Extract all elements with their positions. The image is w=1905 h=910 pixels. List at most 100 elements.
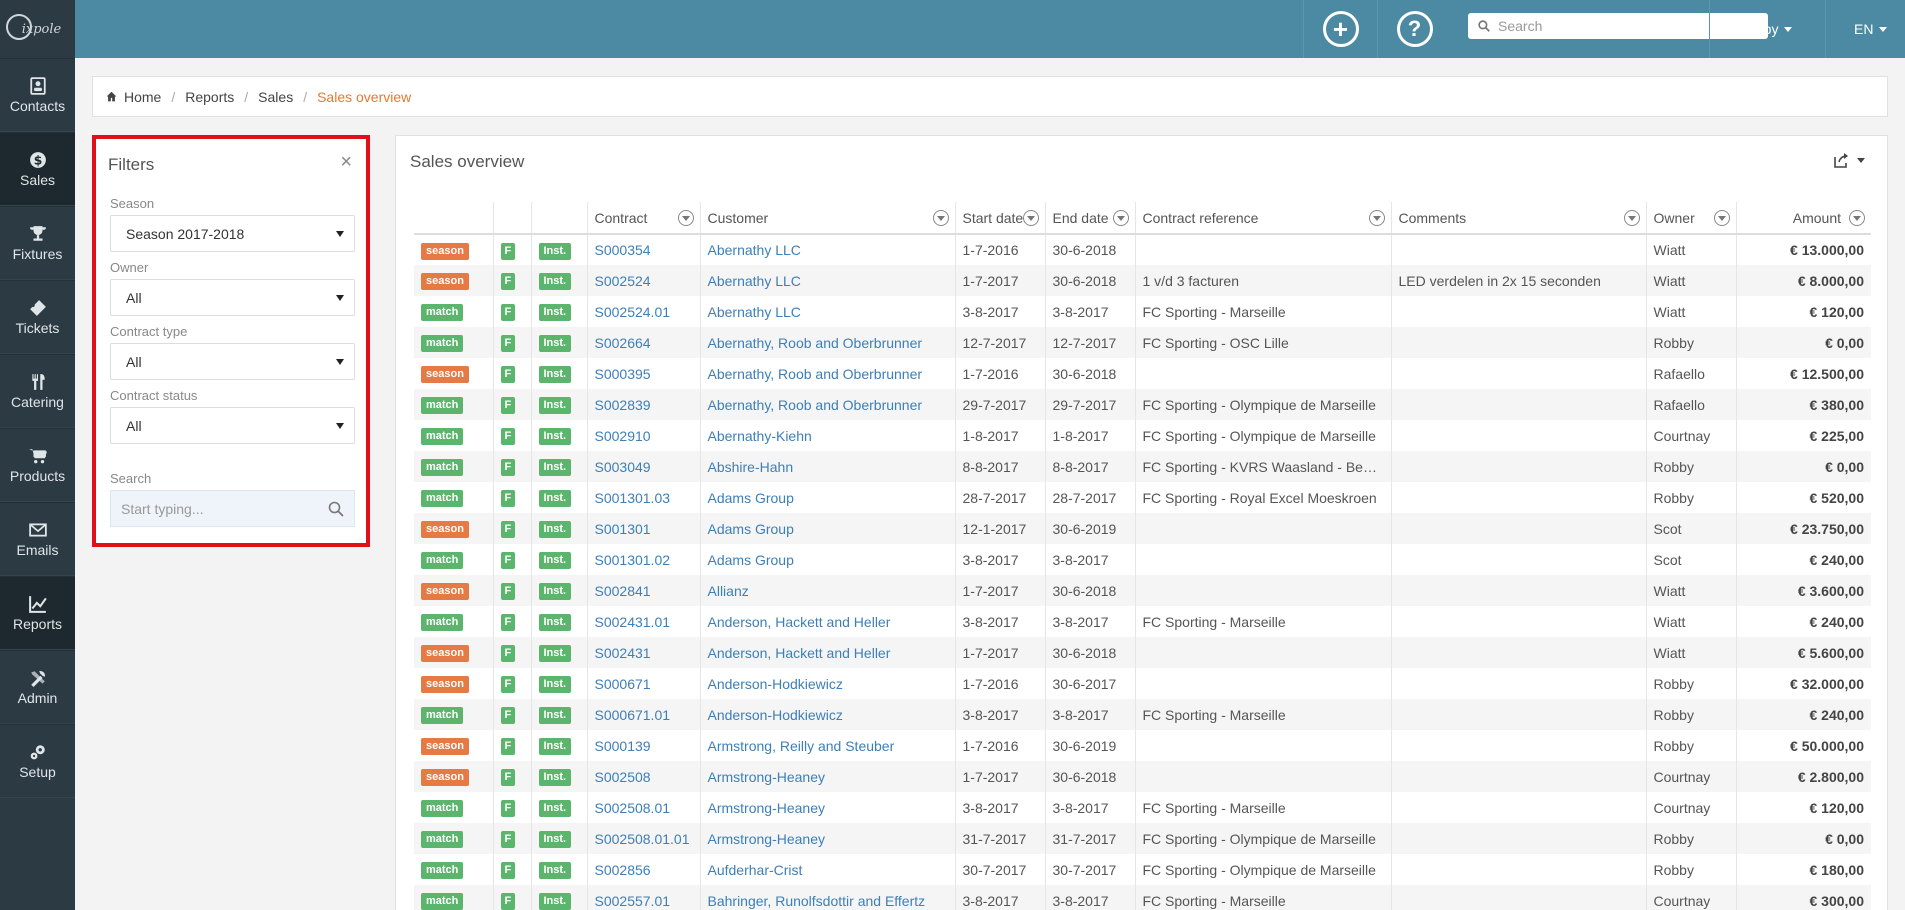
col-end-date[interactable]: End date [1044,202,1135,235]
col-customer[interactable]: Customer [699,202,955,235]
table-row[interactable]: match F Inst. S002910 Abernathy-Kiehn 1-8-201… [414,420,1871,451]
filter-icon[interactable] [1849,210,1865,226]
filter-icon[interactable] [1022,210,1039,226]
table-row[interactable]: match F Inst. S002557.01 Bahringer, Runolfsd… [414,885,1871,910]
add-button[interactable]: + [1303,0,1377,58]
col-comments[interactable]: Comments [1390,202,1646,235]
contract-link[interactable]: S002557.01 [595,893,671,909]
contract-link[interactable]: S002524.01 [595,304,671,320]
filter-icon[interactable] [677,210,694,226]
sidebar-item-catering[interactable]: Catering [0,354,75,428]
contract-link[interactable]: S001301 [595,521,651,537]
customer-link[interactable]: Anderson, Hackett and Heller [708,614,891,630]
table-row[interactable]: season F Inst. S002841 Allianz 1-7-2017 30-6-2… [414,575,1871,606]
contract-link[interactable]: S002664 [595,335,651,351]
customer-link[interactable]: Armstrong-Heaney [708,831,826,847]
contract-link[interactable]: S000395 [595,366,651,382]
export-button[interactable] [1833,152,1865,168]
filter-icon[interactable] [1368,210,1385,226]
owner-select[interactable]: All [110,279,355,316]
customer-link[interactable]: Adams Group [708,490,794,506]
table-row[interactable]: match F Inst. S002431.01 Anderson, Hackett a… [414,606,1871,637]
sidebar-item-emails[interactable]: Emails [0,502,75,576]
contract-type-select[interactable]: All [110,343,355,380]
table-row[interactable]: match F Inst. S002524.01 Abernathy LLC 3-8-20… [414,296,1871,327]
table-row[interactable]: match F Inst. S002856 Aufderhar-Crist 30-7-20… [414,854,1871,885]
filter-icon[interactable] [1623,210,1640,226]
app-logo[interactable]: ixpole [0,0,75,58]
table-row[interactable]: season F Inst. S000139 Armstrong, Reilly and… [414,730,1871,761]
sidebar-item-setup[interactable]: Setup [0,724,75,798]
close-icon[interactable]: × [340,151,352,174]
table-row[interactable]: match F Inst. S002508.01 Armstrong-Heaney 3-8… [414,792,1871,823]
table-row[interactable]: season F Inst. S000354 Abernathy LLC 1-7-2016… [414,234,1871,265]
sidebar-item-sales[interactable]: $ Sales [0,132,75,206]
table-row[interactable]: season F Inst. S002508 Armstrong-Heaney 1-7-2… [414,761,1871,792]
table-row[interactable]: match F Inst. S002508.01.01 Armstrong-Heaney… [414,823,1871,854]
contract-link[interactable]: S002856 [595,862,651,878]
customer-link[interactable]: Abernathy LLC [708,242,801,258]
table-row[interactable]: match F Inst. S002839 Abernathy, Roob and Ob… [414,389,1871,420]
contract-link[interactable]: S002508.01 [595,800,671,816]
contract-link[interactable]: S002524 [595,273,651,289]
filter-search-input[interactable] [121,500,321,517]
contract-link[interactable]: S000671 [595,676,651,692]
contract-link[interactable]: S002910 [595,428,651,444]
filter-icon[interactable] [932,210,949,226]
contract-link[interactable]: S002508.01.01 [595,831,690,847]
customer-link[interactable]: Abernathy LLC [708,273,801,289]
customer-link[interactable]: Bahringer, Runolfsdottir and Effertz [708,893,926,909]
season-select[interactable]: Season 2017-2018 [110,215,355,252]
contract-link[interactable]: S003049 [595,459,651,475]
col-contract-reference[interactable]: Contract reference [1134,202,1391,235]
col-amount[interactable]: Amount [1735,202,1871,235]
customer-link[interactable]: Adams Group [708,552,794,568]
contract-link[interactable]: S001301.02 [595,552,671,568]
customer-link[interactable]: Abernathy, Roob and Oberbrunner [708,335,923,351]
table-row[interactable]: season F Inst. S002431 Anderson, Hackett and… [414,637,1871,668]
contract-link[interactable]: S002431 [595,645,651,661]
table-row[interactable]: match F Inst. S001301.02 Adams Group 3-8-2017… [414,544,1871,575]
breadcrumb-sales[interactable]: Sales [258,89,293,105]
table-row[interactable]: match F Inst. S000671.01 Anderson-Hodkiewicz… [414,699,1871,730]
customer-link[interactable]: Armstrong-Heaney [708,800,826,816]
breadcrumb-home[interactable]: Home [124,89,161,105]
sidebar-item-products[interactable]: Products [0,428,75,502]
contract-status-select[interactable]: All [110,407,355,444]
customer-link[interactable]: Anderson-Hodkiewicz [708,707,843,723]
table-row[interactable]: match F Inst. S002664 Abernathy, Roob and Ob… [414,327,1871,358]
contract-link[interactable]: S002841 [595,583,651,599]
contract-link[interactable]: S000354 [595,242,651,258]
customer-link[interactable]: Allianz [708,583,749,599]
customer-link[interactable]: Anderson-Hodkiewicz [708,676,843,692]
sidebar-item-reports[interactable]: Reports [0,576,75,650]
filter-icon[interactable] [1713,210,1730,226]
language-menu[interactable]: EN [1825,0,1905,58]
customer-link[interactable]: Abernathy-Kiehn [708,428,812,444]
customer-link[interactable]: Abernathy, Roob and Oberbrunner [708,397,923,413]
help-button[interactable]: ? [1377,0,1451,58]
customer-link[interactable]: Armstrong, Reilly and Steuber [708,738,895,754]
customer-link[interactable]: Armstrong-Heaney [708,769,826,785]
contract-link[interactable]: S000139 [595,738,651,754]
customer-link[interactable]: Abernathy LLC [708,304,801,320]
col-start-date[interactable]: Start date [954,202,1045,235]
user-menu[interactable]: Robby [1709,0,1825,58]
sidebar-item-tickets[interactable]: Tickets [0,280,75,354]
table-row[interactable]: season F Inst. S000395 Abernathy, Roob and O… [414,358,1871,389]
contract-link[interactable]: S000671.01 [595,707,671,723]
contract-link[interactable]: S002431.01 [595,614,671,630]
contract-link[interactable]: S002839 [595,397,651,413]
table-row[interactable]: season F Inst. S000671 Anderson-Hodkiewicz 1-… [414,668,1871,699]
sidebar-item-fixtures[interactable]: Fixtures [0,206,75,280]
contract-link[interactable]: S001301.03 [595,490,671,506]
customer-link[interactable]: Anderson, Hackett and Heller [708,645,891,661]
customer-link[interactable]: Abernathy, Roob and Oberbrunner [708,366,923,382]
customer-link[interactable]: Adams Group [708,521,794,537]
table-row[interactable]: match F Inst. S003049 Abshire-Hahn 8-8-2017 8-… [414,451,1871,482]
table-row[interactable]: season F Inst. S001301 Adams Group 12-1-2017 3… [414,513,1871,544]
sidebar-item-admin[interactable]: Admin [0,650,75,724]
contract-link[interactable]: S002508 [595,769,651,785]
table-row[interactable]: season F Inst. S002524 Abernathy LLC 1-7-2017… [414,265,1871,296]
col-contract[interactable]: Contract [586,202,700,235]
